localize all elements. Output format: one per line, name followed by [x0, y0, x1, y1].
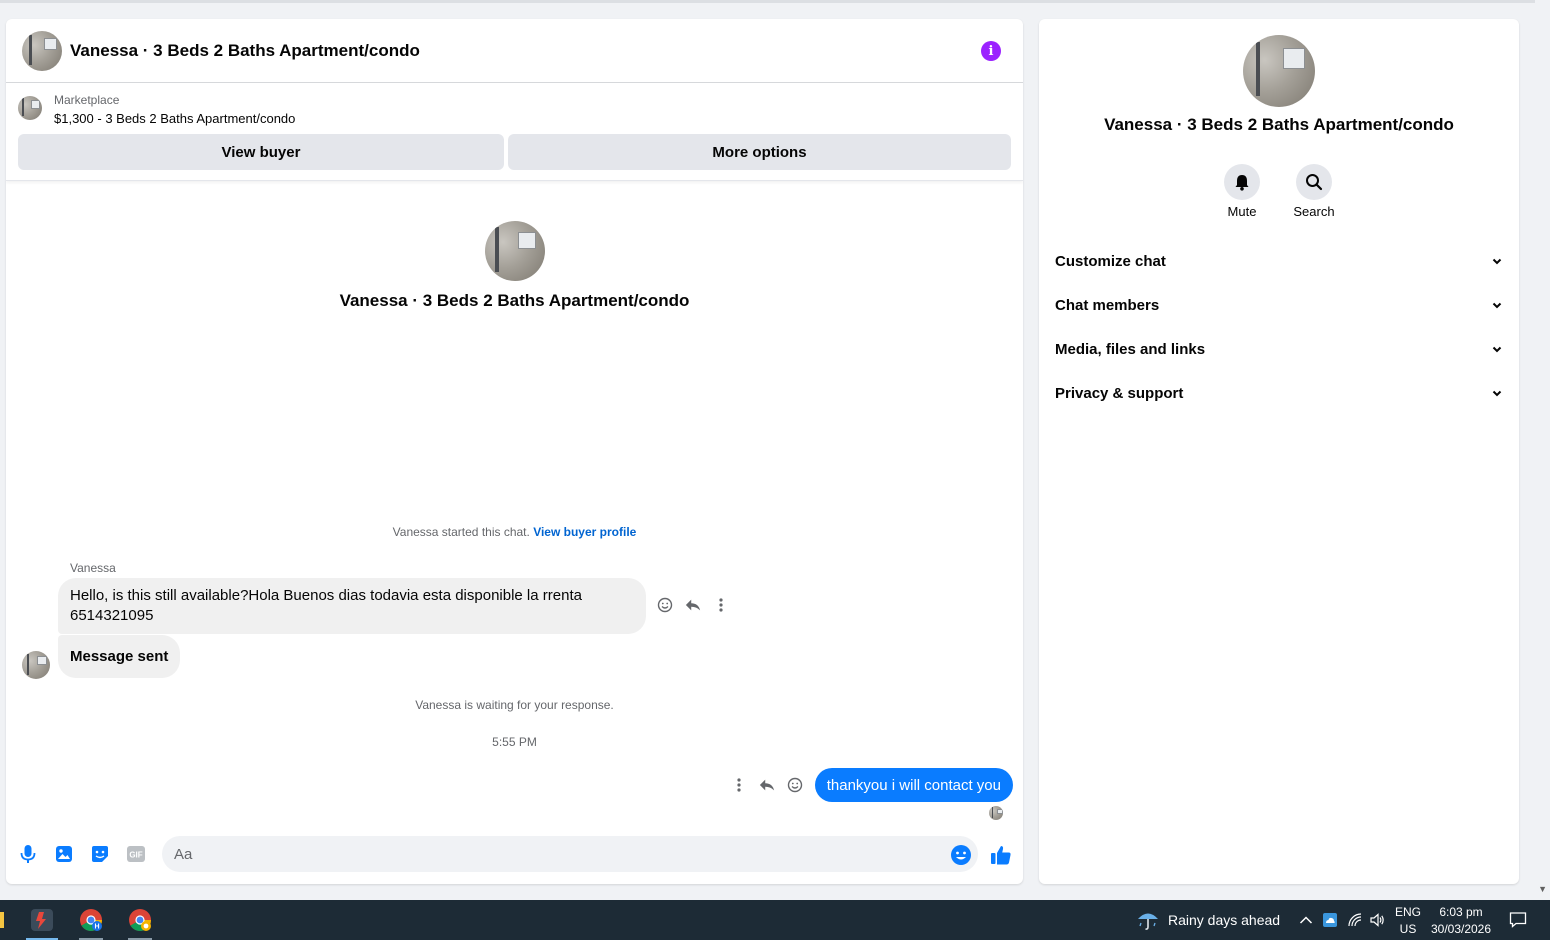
scrollbar-down-arrow[interactable]: ▼	[1538, 884, 1547, 894]
notifications-icon[interactable]	[1509, 911, 1527, 929]
app-icon	[31, 909, 53, 931]
chat-intro-profile: Vanessa · 3 Beds 2 Baths Apartment/condo	[6, 221, 1023, 311]
seen-avatar	[989, 806, 1003, 820]
taskbar-app-active[interactable]	[18, 900, 66, 940]
accordion-label: Customize chat	[1055, 252, 1166, 270]
sender-name: Vanessa	[70, 561, 116, 575]
react-icon[interactable]	[787, 777, 803, 793]
listing-info[interactable]: $1,300 - 3 Beds 2 Baths Apartment/condo	[54, 111, 295, 126]
browser-top-border	[0, 0, 1535, 3]
accordion-media-files-links[interactable]: Media, files and links	[1039, 327, 1519, 371]
chat-header: Vanessa · 3 Beds 2 Baths Apartment/condo…	[6, 19, 1023, 83]
info-icon[interactable]: i	[981, 41, 1001, 61]
lang-code: ENG	[1395, 905, 1422, 919]
listing-bar: Marketplace $1,300 - 3 Beds 2 Baths Apar…	[6, 84, 1023, 181]
clock-time: 6:03 pm	[1439, 905, 1483, 919]
more-options-button[interactable]: More options	[508, 134, 1011, 170]
chevron-down-icon	[1492, 346, 1502, 353]
chrome-icon	[129, 909, 151, 931]
accordion-chat-members[interactable]: Chat members	[1039, 283, 1519, 327]
accordion-label: Media, files and links	[1055, 340, 1206, 358]
umbrella-icon	[1138, 913, 1158, 930]
weather-widget[interactable]: Rainy days ahead	[1136, 908, 1280, 932]
outgoing-message[interactable]: thankyou i will contact you	[814, 768, 1013, 802]
profile-name: Vanessa · 3 Beds 2 Baths Apartment/condo	[339, 291, 690, 310]
message-timestamp: 5:55 PM	[492, 735, 537, 749]
mute-bell-icon[interactable]	[1224, 164, 1260, 200]
view-buyer-profile-link[interactable]: View buyer profile	[533, 525, 636, 539]
message-input[interactable]	[162, 836, 978, 872]
network-icon[interactable]	[1347, 912, 1363, 928]
chevron-down-icon	[1492, 390, 1502, 397]
language-indicator[interactable]: ENG US	[1395, 904, 1421, 938]
message-composer: GIF	[6, 820, 1023, 884]
accordion-customize-chat[interactable]: Customize chat	[1039, 239, 1519, 283]
outgoing-message-actions	[731, 777, 803, 793]
weather-text: Rainy days ahead	[1168, 912, 1281, 928]
profile-avatar[interactable]	[484, 221, 545, 281]
chrome-icon: H	[80, 909, 102, 931]
chevron-down-icon	[1492, 302, 1502, 309]
photo-icon[interactable]	[54, 844, 74, 864]
view-buyer-button[interactable]: View buyer	[18, 134, 504, 170]
react-icon[interactable]	[657, 597, 673, 613]
sender-avatar[interactable]	[22, 651, 50, 679]
more-icon[interactable]	[713, 597, 729, 613]
show-hidden-icons-icon[interactable]	[1298, 912, 1314, 928]
microphone-icon[interactable]	[18, 844, 38, 864]
clock-date: 30/03/2026	[1430, 922, 1492, 936]
conversation-info-panel: Vanessa · 3 Beds 2 Baths Apartment/condo…	[1039, 19, 1519, 884]
region-code: US	[1399, 922, 1417, 936]
sticker-icon[interactable]	[90, 844, 110, 864]
waiting-notice: Vanessa is waiting for your response.	[415, 698, 614, 712]
search-label[interactable]: Search	[1274, 204, 1354, 219]
search-icon[interactable]	[1296, 164, 1332, 200]
volume-icon[interactable]	[1369, 912, 1385, 928]
reply-icon[interactable]	[685, 597, 701, 613]
emoji-icon[interactable]	[950, 844, 972, 866]
chat-started-notice: Vanessa started this chat. View buyer pr…	[6, 525, 1023, 539]
info-name: Vanessa · 3 Beds 2 Baths Apartment/condo	[1104, 115, 1454, 134]
more-icon[interactable]	[731, 777, 747, 793]
incoming-message[interactable]: Hello, is this still available?Hola Buen…	[58, 578, 646, 634]
chevron-down-icon	[1492, 258, 1502, 265]
taskbar-chrome-profile-h[interactable]: H	[67, 900, 115, 940]
svg-text:H: H	[94, 924, 99, 931]
chat-started-text: Vanessa started this chat.	[392, 525, 530, 539]
file-explorer-edge-icon[interactable]	[0, 912, 4, 928]
message-sent-status: Message sent	[58, 635, 181, 678]
mute-label[interactable]: Mute	[1202, 204, 1282, 219]
info-avatar[interactable]	[1243, 35, 1315, 107]
taskbar: H Rainy days ahead ENG US 6:03 pm 30/03/…	[0, 900, 1550, 940]
onedrive-icon[interactable]	[1322, 912, 1338, 928]
svg-text:GIF: GIF	[129, 851, 142, 860]
system-clock[interactable]: 6:03 pm 30/03/2026	[1428, 904, 1494, 938]
accordion-label: Privacy & support	[1055, 384, 1184, 402]
gif-icon[interactable]: GIF	[126, 844, 146, 864]
taskbar-chrome-profile-2[interactable]	[116, 900, 164, 940]
incoming-message-actions	[657, 597, 729, 613]
listing-source: Marketplace	[54, 93, 120, 107]
chat-panel: Vanessa · 3 Beds 2 Baths Apartment/condo…	[6, 19, 1023, 884]
listing-thumbnail[interactable]	[18, 96, 42, 120]
accordion-label: Chat members	[1055, 296, 1160, 314]
chat-avatar[interactable]	[22, 30, 62, 71]
chat-title[interactable]: Vanessa · 3 Beds 2 Baths Apartment/condo	[70, 41, 420, 61]
accordion-privacy-support[interactable]: Privacy & support	[1039, 371, 1519, 415]
reply-icon[interactable]	[759, 777, 775, 793]
like-icon[interactable]	[990, 844, 1012, 866]
